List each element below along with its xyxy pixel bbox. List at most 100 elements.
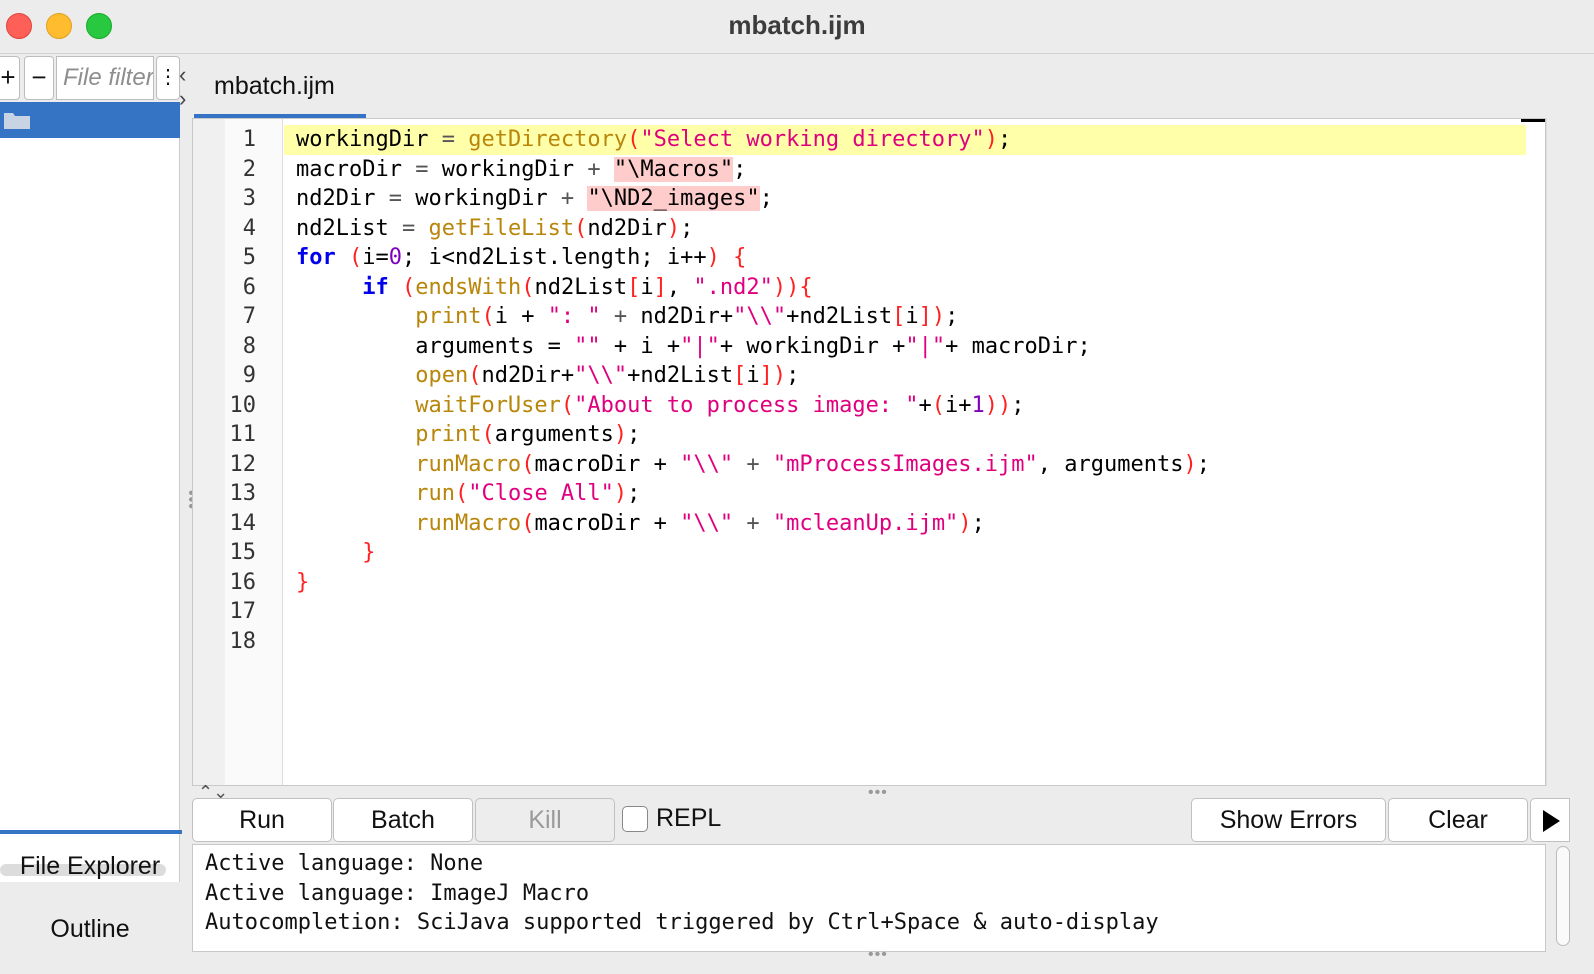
code-token: ) <box>613 481 628 506</box>
code-token: ; <box>627 481 641 506</box>
console-scrollbar[interactable] <box>1556 846 1570 946</box>
line-number: 16 <box>229 570 257 595</box>
code-line: workingDir = getDirectory("Select workin… <box>284 125 1526 155</box>
run-button[interactable]: Run <box>192 798 332 842</box>
code-token: ; <box>971 511 985 536</box>
file-tree[interactable] <box>0 102 180 882</box>
add-folder-button[interactable]: + <box>0 56 20 100</box>
tab-file-explorer[interactable]: File Explorer <box>0 852 180 881</box>
code-token: runMacro <box>415 452 522 477</box>
code-line: runMacro(macroDir + "\\" + "mProcessImag… <box>284 450 1526 480</box>
code-token: i <box>905 304 919 329</box>
code-token: ( <box>454 481 469 506</box>
line-number: 14 <box>229 511 257 536</box>
code-token: ": " <box>547 304 601 329</box>
show-errors-button[interactable]: Show Errors <box>1191 798 1386 842</box>
code-token: + <box>733 452 773 477</box>
code-line: open(nd2Dir+"\\"+nd2List[i]); <box>284 361 1526 391</box>
code-token: ( <box>931 393 946 418</box>
code-line: if (endsWith(nd2List[i], ".nd2")){ <box>284 273 1526 303</box>
code-token: ; <box>680 216 694 241</box>
code-token: +nd2List <box>786 304 893 329</box>
code-token: ( <box>627 127 641 152</box>
code-line: } <box>284 538 1526 568</box>
code-token: "Select working directory" <box>640 127 985 152</box>
file-filter-input[interactable] <box>56 56 154 100</box>
expand-right-icon[interactable]: › <box>179 86 186 112</box>
code-token: ( <box>468 363 482 388</box>
line-number-gutter: 1 2 3 4 5 6 7 8 9 10 11 12 13 14 15 16 1… <box>225 119 283 785</box>
code-line: nd2List = getFileList(nd2Dir); <box>284 214 1526 244</box>
code-token: = <box>375 186 416 211</box>
fold-gutter <box>193 119 225 785</box>
code-token: ]) <box>918 304 946 329</box>
code-token: for <box>296 245 336 270</box>
code-token: print <box>415 422 482 447</box>
code-token: nd2List <box>534 275 628 300</box>
code-token: macroDir + <box>534 511 681 536</box>
code-token: ; i<nd2List.length; i++ <box>402 245 707 270</box>
code-token: i + <box>494 304 548 329</box>
code-token: 0 <box>388 245 402 270</box>
code-token: if <box>362 275 389 300</box>
code-token: ; <box>945 304 959 329</box>
code-token: ( <box>574 216 588 241</box>
code-token: workingDir <box>415 186 548 211</box>
clear-button[interactable]: Clear <box>1388 798 1528 842</box>
more-actions-button[interactable] <box>1530 798 1570 842</box>
code-token: ) <box>1183 452 1197 477</box>
line-number: 12 <box>229 452 257 477</box>
code-token: ) { <box>706 245 747 270</box>
code-line: } <box>284 568 1526 598</box>
code-token: nd2Dir+ <box>481 363 575 388</box>
options-menu-button[interactable]: ⋮ <box>156 56 180 100</box>
code-token: = <box>388 216 429 241</box>
code-token: , arguments <box>1037 452 1184 477</box>
bottom-split-handle[interactable]: ••• <box>868 946 888 964</box>
line-number: 8 <box>242 334 256 359</box>
editor-window: mbatch.ijm + − ⋮ File Explorer Outline ‹… <box>0 0 1594 974</box>
collapse-left-icon[interactable]: ‹ <box>179 62 186 88</box>
batch-button[interactable]: Batch <box>333 798 473 842</box>
kill-button[interactable]: Kill <box>475 798 615 842</box>
code-token: , <box>666 275 694 300</box>
horizontal-split-handle[interactable]: ••• <box>868 784 888 802</box>
line-number: 5 <box>242 245 256 270</box>
remove-folder-button[interactable]: − <box>24 56 54 100</box>
tab-outline[interactable]: Outline <box>0 915 180 944</box>
code-token: waitForUser <box>415 393 561 418</box>
tab-mbatch[interactable]: mbatch.ijm <box>194 58 366 118</box>
code-token: run <box>415 481 455 506</box>
code-token: "\Macros" <box>613 157 734 182</box>
repl-label: REPL <box>656 804 722 832</box>
code-line: waitForUser("About to process image: "+(… <box>284 391 1526 421</box>
code-token: macroDir <box>296 157 402 182</box>
code-token: i+ <box>945 393 972 418</box>
tree-row-selected[interactable] <box>0 102 180 138</box>
code-line: arguments = "" + i +"|"+ workingDir +"|"… <box>284 332 1526 362</box>
code-token: + <box>600 304 641 329</box>
code-editor[interactable]: 1 2 3 4 5 6 7 8 9 10 11 12 13 14 15 16 1… <box>192 118 1546 786</box>
code-area[interactable]: workingDir = getDirectory("Select workin… <box>284 119 1526 785</box>
code-token: "Close All" <box>468 481 614 506</box>
code-token: nd2List <box>296 216 389 241</box>
scroll-indicator <box>1521 119 1545 122</box>
code-token: workingDir <box>296 127 429 152</box>
console-line: Autocompletion: SciJava supported trigge… <box>205 910 1159 935</box>
repl-checkbox[interactable] <box>622 806 648 832</box>
code-token: nd2Dir <box>587 216 667 241</box>
line-number: 1 <box>242 127 256 152</box>
code-token: ) <box>958 511 972 536</box>
editor-vertical-scrollbar[interactable] <box>1546 118 1570 786</box>
code-token: ( <box>521 275 535 300</box>
console-output[interactable]: Active language: None Active language: I… <box>192 844 1546 952</box>
line-number: 17 <box>229 599 257 624</box>
code-token: ".nd2" <box>693 275 773 300</box>
line-number: 18 <box>229 629 257 654</box>
line-number: 3 <box>242 186 256 211</box>
